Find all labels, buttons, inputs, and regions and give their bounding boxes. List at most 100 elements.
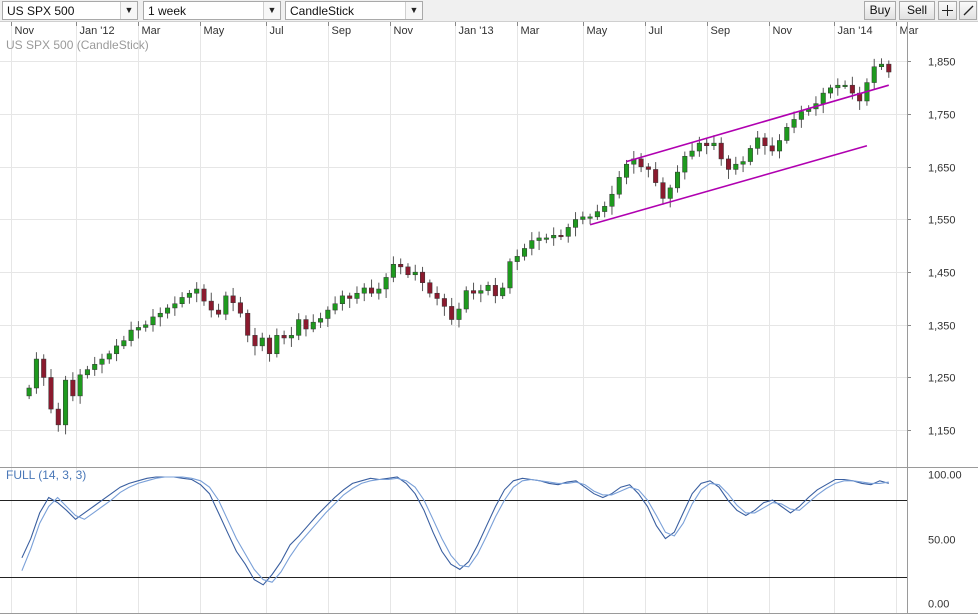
- candle-body: [543, 237, 549, 240]
- candle-body: [529, 240, 535, 249]
- candle-body: [325, 309, 331, 319]
- candle-body: [682, 156, 688, 173]
- draw-button[interactable]: [959, 1, 977, 20]
- candle-body: [70, 379, 76, 397]
- x-tick-label: Jan '12: [80, 25, 115, 37]
- candle-body: [106, 353, 112, 360]
- y-tick-label: 1,750: [928, 110, 956, 122]
- crosshair-button[interactable]: [938, 1, 957, 20]
- x-tick-label: May: [587, 25, 608, 37]
- pencil-icon: [963, 5, 973, 16]
- candle-body: [77, 374, 83, 397]
- candle-body: [390, 263, 396, 278]
- candle-body: [580, 216, 586, 220]
- candle-body: [92, 364, 98, 370]
- candle-body: [405, 266, 411, 276]
- candle-body: [172, 303, 178, 309]
- y-tick-label: 1,250: [928, 373, 956, 385]
- candle-body: [369, 287, 375, 294]
- candle-body: [777, 140, 783, 152]
- crosshair-icon: [942, 5, 953, 16]
- x-tick-label: May: [204, 25, 225, 37]
- x-tick-label: Jul: [270, 25, 284, 37]
- candle-body: [711, 142, 717, 147]
- candle-body: [143, 324, 149, 328]
- candle-body: [245, 312, 251, 336]
- candle-body: [602, 206, 608, 212]
- candle-body: [121, 340, 127, 347]
- candle-body: [726, 158, 732, 170]
- candle-body: [216, 309, 222, 315]
- oscillator-y-tick-label: 50.00: [928, 535, 956, 547]
- candle-body: [230, 295, 236, 303]
- x-tick-label: Sep: [332, 25, 352, 37]
- chart-area[interactable]: Nov Jan '12 Mar May Jul Sep Nov Jan '13 Mar May Ju…: [0, 22, 978, 614]
- candle-body: [55, 408, 61, 426]
- candle-body: [638, 158, 644, 168]
- candle-body: [267, 337, 273, 355]
- oscillator-title: FULL (14, 3, 3): [6, 468, 86, 482]
- x-tick-label: Jan '13: [459, 25, 494, 37]
- timeframe-select[interactable]: 1 week ▼: [143, 1, 281, 20]
- candle-body: [507, 261, 513, 289]
- candle-body: [420, 271, 426, 283]
- candle-body: [252, 335, 258, 347]
- y-tick-label: 1,150: [928, 426, 956, 438]
- candle-body: [660, 182, 666, 199]
- candle-body: [288, 335, 294, 339]
- candle-body: [616, 177, 622, 195]
- chevron-down-icon: ▼: [405, 2, 422, 19]
- oscillator-y-tick-label: 0.00: [928, 599, 949, 611]
- candle-body: [99, 358, 105, 365]
- candle-body: [485, 285, 491, 291]
- candle-body: [886, 63, 892, 73]
- symbol-select[interactable]: US SPX 500 ▼: [2, 1, 138, 20]
- y-tick-label: 1,850: [928, 57, 956, 69]
- candle-body: [514, 256, 520, 262]
- candle-body: [208, 300, 214, 311]
- candle-body: [769, 145, 775, 152]
- candle-body: [536, 237, 542, 241]
- candle-body: [114, 345, 120, 355]
- candle-body: [696, 142, 702, 152]
- candle-body: [565, 227, 571, 237]
- candle-body: [842, 84, 848, 87]
- candle-body: [376, 288, 382, 294]
- candle-body: [835, 84, 841, 89]
- buy-button[interactable]: Buy: [864, 1, 896, 20]
- x-tick-label: Jan '14: [838, 25, 873, 37]
- candle-body: [471, 290, 477, 294]
- candle-body: [849, 84, 855, 94]
- candle-body: [434, 292, 440, 299]
- candle-body: [281, 335, 287, 339]
- x-tick-label: Mar: [521, 25, 540, 37]
- timeframe-select-value: 1 week: [148, 4, 187, 18]
- oscillator-y-tick-label: 100.00: [928, 470, 962, 482]
- candle-body: [740, 161, 746, 165]
- candle-body: [798, 111, 804, 120]
- candle-body: [361, 287, 367, 294]
- candle-body: [318, 318, 324, 323]
- candle-body: [259, 337, 265, 347]
- candle-body: [755, 137, 761, 149]
- candle-body: [274, 335, 280, 355]
- chart-type-select-value: CandleStick: [290, 4, 355, 18]
- x-tick-label: Jul: [649, 25, 663, 37]
- candle-body: [449, 306, 455, 320]
- candle-body: [667, 187, 673, 199]
- candle-body: [179, 297, 185, 304]
- candle-body: [820, 92, 826, 104]
- chart-type-select[interactable]: CandleStick ▼: [285, 1, 423, 20]
- toolbar: US SPX 500 ▼ 1 week ▼ CandleStick ▼ Buy …: [0, 0, 978, 22]
- candle-body: [784, 127, 790, 141]
- sell-button[interactable]: Sell: [899, 1, 935, 20]
- symbol-select-value: US SPX 500: [7, 4, 75, 18]
- x-tick-label: Nov: [773, 25, 793, 37]
- candle-body: [48, 377, 54, 410]
- x-tick-label: Mar: [142, 25, 161, 37]
- candle-body: [871, 66, 877, 83]
- y-tick-label: 1,550: [928, 215, 956, 227]
- x-tick-label: Mar: [900, 25, 919, 37]
- candle-body: [63, 379, 69, 426]
- candle-body: [878, 63, 885, 68]
